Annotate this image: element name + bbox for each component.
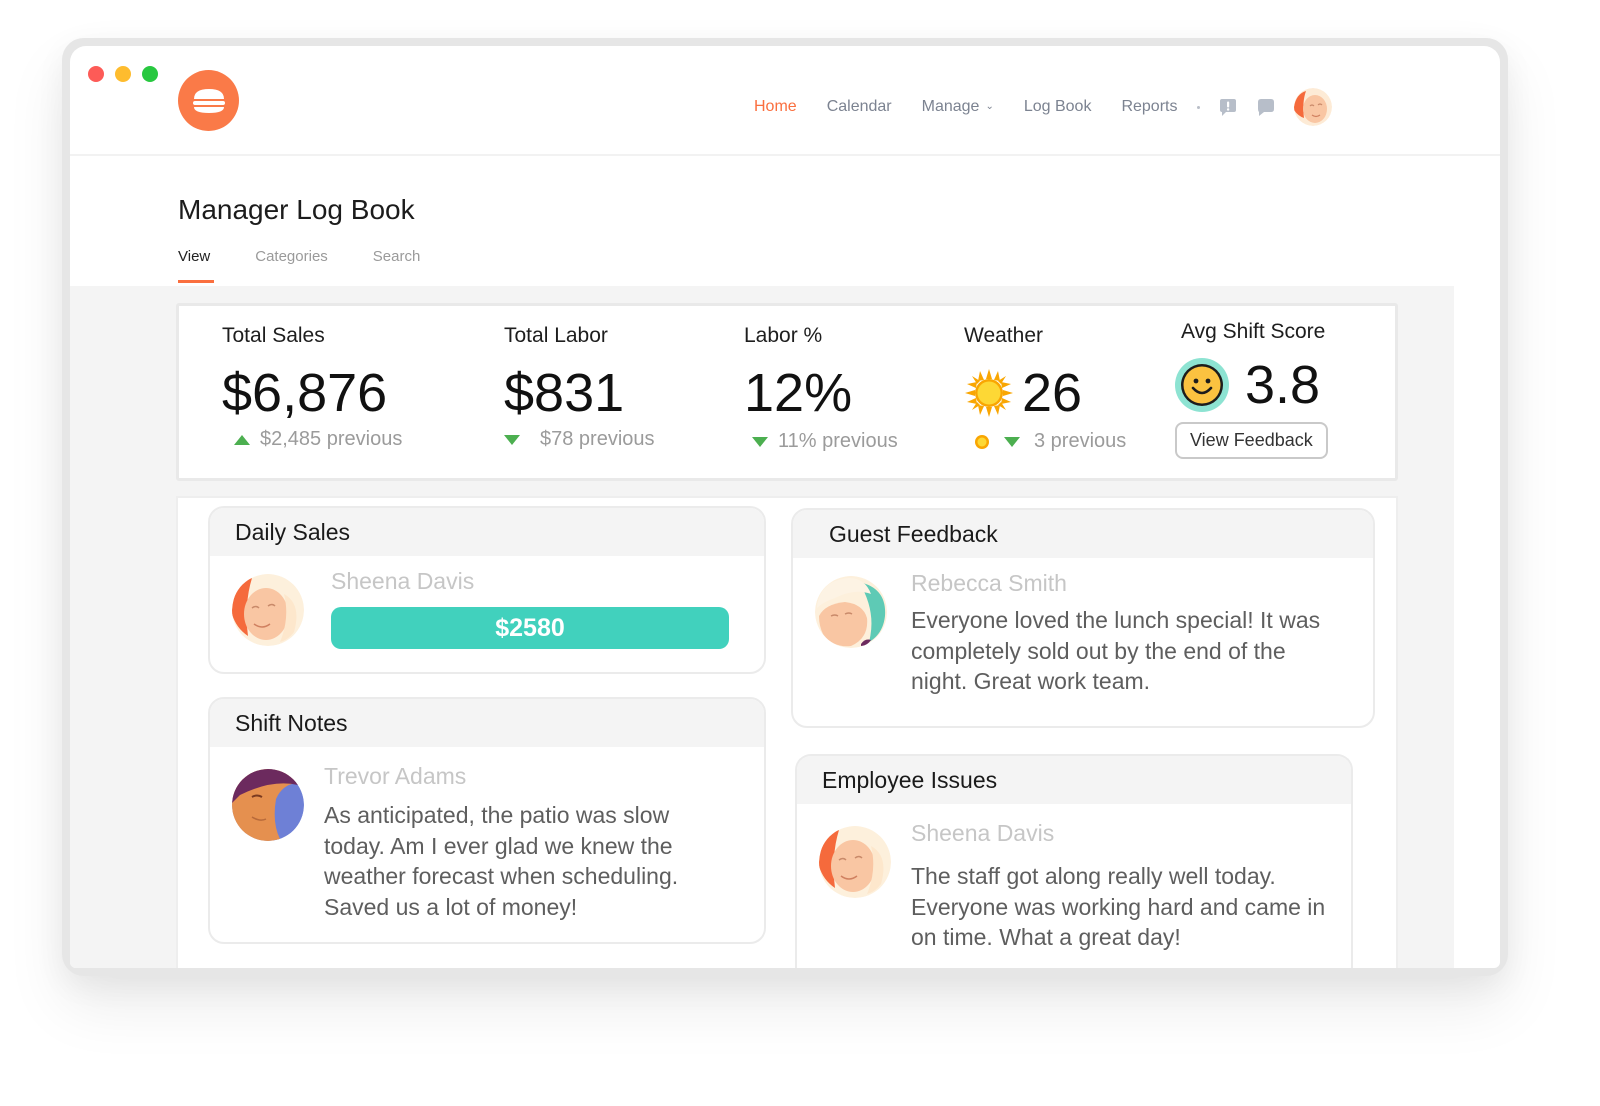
page-tabs: View Categories Search [178,248,465,283]
stat-previous: $78 previous [504,428,655,451]
chat-icon[interactable] [1256,97,1276,117]
stat-weather: Weather 26 3 previous [964,324,1126,453]
user-avatar[interactable] [1294,88,1333,126]
nav-manage[interactable]: Manage ⌄ [922,98,994,116]
window-controls [88,66,158,82]
stat-value: $6,876 [222,363,388,423]
issue-message: The staff got along really well today. E… [911,863,1326,950]
stat-total-labor: Total Labor $831 $78 previous [504,324,655,451]
card-shift-notes: Shift Notes Trevor Adams As anticipated,… [208,697,766,944]
nav-manage-label: Manage [921,98,980,115]
avatar-sheena-davis [819,826,891,898]
burger-icon [192,88,225,113]
card-content: Sheena Davis $2580 [331,568,742,649]
stat-previous-text: 3 previous [1034,430,1127,452]
nav-home[interactable]: Home [754,98,797,116]
stat-label: Labor % [744,324,823,347]
header-divider [70,154,1500,156]
minimize-window-button[interactable] [115,66,131,82]
card-content: Rebecca Smith Everyone loved the lunch s… [911,570,1351,697]
app-window: Home Calendar Manage ⌄ Log Book Reports M… [70,46,1500,968]
shift-score-value: 3.8 [1245,355,1321,415]
stat-labor-percent: Labor % 12% 11% previous [744,324,898,453]
card-body: Sheena Davis The staff got along really … [797,804,1351,968]
trend-down-icon [1004,436,1020,447]
stat-total-sales: Total Sales $6,876 $2,485 previous [222,324,402,451]
card-daily-sales: Daily Sales Sheena Davis $2580 [208,506,766,674]
top-nav: Home Calendar Manage ⌄ Log Book Reports [754,88,1333,126]
stat-shift-score: Avg Shift Score 3.8 View Feedback [1175,320,1328,459]
card-title: Shift Notes [210,699,764,747]
stat-label: Avg Shift Score [1181,320,1326,343]
stat-label: Total Sales [222,324,325,347]
nav-separator-dot [1197,105,1201,109]
trend-down-icon [752,436,768,447]
stat-value: 26 [964,362,1126,424]
card-guest-feedback: Guest Feedback Rebecca Smith Everyone lo… [791,508,1375,728]
stat-previous: 11% previous [744,430,898,453]
sales-amount-bar: $2580 [331,607,729,649]
stat-value: 12% [744,363,853,423]
feedback-message: Everyone loved the lunch special! It was… [911,607,1321,694]
stat-label: Total Labor [504,324,608,347]
app-logo[interactable] [178,70,239,131]
weather-value: 26 [1022,363,1083,423]
avatar-rebecca-smith [815,576,887,648]
stat-previous: $2,485 previous [222,428,402,451]
author-name: Sheena Davis [331,568,475,594]
card-content: Trevor Adams As anticipated, the patio w… [324,763,742,922]
author-name: Rebecca Smith [911,570,1067,596]
nav-reports[interactable]: Reports [1121,98,1177,116]
avatar-sheena-davis [232,574,304,646]
card-body: Sheena Davis $2580 [210,556,764,667]
card-body: Rebecca Smith Everyone loved the lunch s… [793,558,1373,715]
card-title: Guest Feedback [793,510,1373,558]
trend-up-icon [234,434,250,445]
avatar-trevor-adams [232,769,304,841]
small-sun-icon [975,434,989,449]
trend-down-icon [504,434,520,445]
tab-view[interactable]: View [178,248,215,283]
nav-calendar[interactable]: Calendar [827,98,892,116]
card-content: Sheena Davis The staff got along really … [911,820,1331,953]
author-name: Sheena Davis [911,820,1055,846]
view-feedback-button[interactable]: View Feedback [1175,422,1328,459]
stat-previous-text: 11% previous [778,430,898,452]
author-name: Trevor Adams [324,763,467,789]
sun-icon [965,369,1013,417]
alert-icon[interactable] [1218,97,1238,117]
card-employee-issues: Employee Issues Sheena Davis The staff g… [795,754,1353,968]
nav-log-book[interactable]: Log Book [1024,98,1092,116]
tab-categories[interactable]: Categories [255,248,328,283]
tab-search[interactable]: Search [373,248,421,283]
stat-previous: 3 previous [964,430,1126,453]
card-title: Daily Sales [210,508,764,556]
card-body: Trevor Adams As anticipated, the patio w… [210,747,764,940]
smiley-icon [1175,358,1229,412]
stats-summary: Total Sales $6,876 $2,485 previous Total… [176,303,1398,481]
stat-previous-text: $2,485 previous [260,428,403,450]
card-title: Employee Issues [797,756,1351,804]
stat-previous-text: $78 previous [540,428,655,450]
chevron-down-icon: ⌄ [985,101,994,112]
close-window-button[interactable] [88,66,104,82]
stat-value: 3.8 [1175,354,1328,416]
page-title: Manager Log Book [178,194,415,225]
stat-value: $831 [504,363,625,423]
note-message: As anticipated, the patio was slow today… [324,802,679,920]
stat-label: Weather [964,324,1043,347]
maximize-window-button[interactable] [142,66,158,82]
